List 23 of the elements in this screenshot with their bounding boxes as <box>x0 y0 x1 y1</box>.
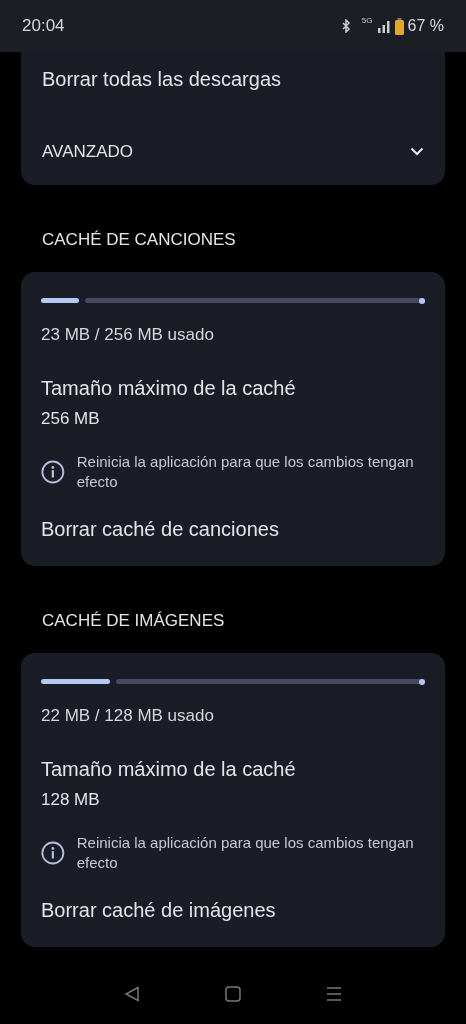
status-time: 20:04 <box>22 15 65 38</box>
info-icon <box>41 458 65 485</box>
max-size-setting[interactable]: Tamaño máximo de la caché 256 MB <box>41 373 425 432</box>
battery-icon <box>394 17 404 35</box>
max-size-setting[interactable]: Tamaño máximo de la caché 128 MB <box>41 754 425 813</box>
clear-cache-button[interactable]: Borrar caché de imágenes <box>41 894 425 925</box>
advanced-row[interactable]: AVANZADO <box>42 139 424 165</box>
usage-text: 23 MB / 256 MB usado <box>41 323 215 346</box>
section-header: CACHÉ DE IMÁGENES <box>41 610 226 631</box>
usage-text: 22 MB / 128 MB usado <box>41 704 215 727</box>
battery-percent: 67 % <box>407 16 444 36</box>
clear-downloads-button[interactable]: Borrar todas las descargas <box>42 64 424 94</box>
home-icon[interactable] <box>225 986 241 1002</box>
menu-icon[interactable] <box>326 986 343 1002</box>
signal-icon <box>376 19 391 33</box>
chevron-icon <box>410 147 424 157</box>
clear-cache-button[interactable]: Borrar caché de canciones <box>41 513 425 544</box>
info-text: Reinicia la aplicación para que los cambios tengan efecto <box>76 832 415 873</box>
info-text: Reinicia la aplicación para que los cambios tengan efecto <box>76 451 415 492</box>
section-header: CACHÉ DE CANCIONES <box>41 229 237 250</box>
back-icon[interactable] <box>123 986 140 1002</box>
network-type: 5G <box>361 15 373 27</box>
info-icon <box>41 839 65 866</box>
